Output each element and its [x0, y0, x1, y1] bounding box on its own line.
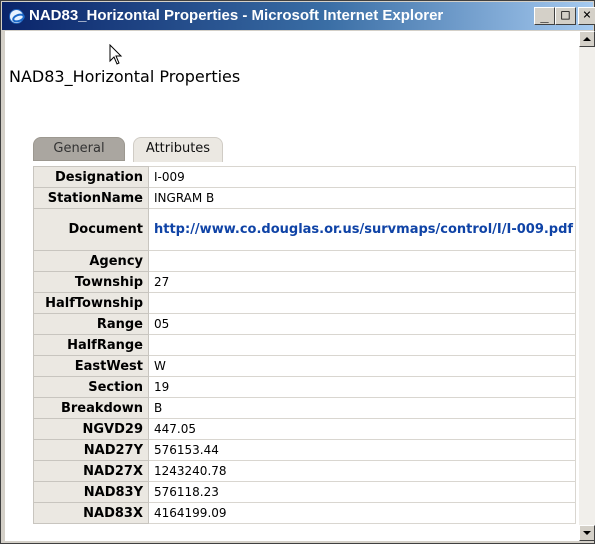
attr-value: 4164199.09 — [148, 502, 576, 524]
table-row: HalfRange — [33, 334, 576, 356]
tab-attributes[interactable]: Attributes — [133, 137, 223, 162]
attr-value: W — [148, 355, 576, 377]
table-row: Agency — [33, 250, 576, 272]
vertical-scrollbar[interactable] — [579, 31, 595, 541]
document-link[interactable]: http://www.co.douglas.or.us/survmaps/con… — [154, 220, 575, 239]
tab-attributes-label: Attributes — [145, 141, 211, 156]
table-row: Township 27 — [33, 271, 576, 293]
attr-name: Breakdown — [33, 397, 149, 419]
attr-value: I-009 — [148, 166, 576, 188]
attr-name: NAD83Y — [33, 481, 149, 503]
ie-icon — [9, 9, 24, 24]
table-row: StationName INGRAM B — [33, 187, 576, 209]
table-row: NAD83Y 576118.23 — [33, 481, 576, 503]
page-content: NAD83_Horizontal Properties General Attr… — [5, 31, 579, 541]
attr-name: Section — [33, 376, 149, 398]
attr-name: NAD27X — [33, 460, 149, 482]
attr-name: NAD27Y — [33, 439, 149, 461]
attr-value: 447.05 — [148, 418, 576, 440]
attr-name: EastWest — [33, 355, 149, 377]
attr-name: Document — [33, 208, 149, 251]
scroll-thumb[interactable] — [579, 47, 595, 525]
close-icon: × — [582, 7, 592, 23]
minimize-button[interactable]: _ — [534, 7, 555, 25]
scroll-up-icon[interactable] — [579, 31, 595, 47]
title-bar[interactable]: NAD83_Horizontal Properties - Microsoft … — [2, 2, 595, 30]
table-row: HalfTownship — [33, 292, 576, 314]
attr-name: Range — [33, 313, 149, 335]
attributes-table: Designation I-009 StationName INGRAM B Doc… — [33, 166, 576, 524]
window-title: NAD83_Horizontal Properties - Microsoft … — [29, 7, 444, 24]
attr-name: Township — [33, 271, 149, 293]
browser-window: NAD83_Horizontal Properties - Microsoft … — [0, 0, 595, 544]
table-row: Designation I-009 — [33, 166, 576, 188]
attr-value: http://www.co.douglas.or.us/survmaps/con… — [148, 208, 576, 251]
attr-value: 576118.23 — [148, 481, 576, 503]
table-row: Document http://www.co.douglas.or.us/surv… — [33, 208, 576, 251]
mouse-cursor-icon — [109, 44, 123, 65]
attr-name: NAD83X — [33, 502, 149, 524]
attr-name: HalfRange — [33, 334, 149, 356]
attr-name: Designation — [33, 166, 149, 188]
maximize-icon: □ — [561, 7, 570, 23]
maximize-button[interactable]: □ — [555, 7, 576, 25]
table-row: NAD27Y 576153.44 — [33, 439, 576, 461]
attr-name: Agency — [33, 250, 149, 272]
scroll-down-icon[interactable] — [579, 525, 595, 541]
attr-value: 27 — [148, 271, 576, 293]
attr-value: B — [148, 397, 576, 419]
attr-value: 05 — [148, 313, 576, 335]
attr-name: NGVD29 — [33, 418, 149, 440]
table-row: NAD83X 4164199.09 — [33, 502, 576, 524]
table-row: NGVD29 447.05 — [33, 418, 576, 440]
attr-value — [148, 250, 576, 272]
page-title: NAD83_Horizontal Properties — [9, 67, 241, 86]
attributes-table-body: Designation I-009 StationName INGRAM B Doc… — [33, 166, 576, 524]
attr-name: HalfTownship — [33, 292, 149, 314]
table-row: EastWest W — [33, 355, 576, 377]
attr-value: 576153.44 — [148, 439, 576, 461]
table-row: NAD27X 1243240.78 — [33, 460, 576, 482]
attr-value: INGRAM B — [148, 187, 576, 209]
attr-value: 1243240.78 — [148, 460, 576, 482]
attr-name: StationName — [33, 187, 149, 209]
tab-general[interactable]: General — [33, 137, 125, 161]
minimize-icon: _ — [540, 7, 549, 23]
table-row: Range 05 — [33, 313, 576, 335]
tab-general-label: General — [53, 141, 105, 156]
attr-value: 19 — [148, 376, 576, 398]
table-row: Section 19 — [33, 376, 576, 398]
close-button[interactable]: × — [578, 7, 595, 25]
table-row: Breakdown B — [33, 397, 576, 419]
attr-value — [148, 334, 576, 356]
attr-value — [148, 292, 576, 314]
